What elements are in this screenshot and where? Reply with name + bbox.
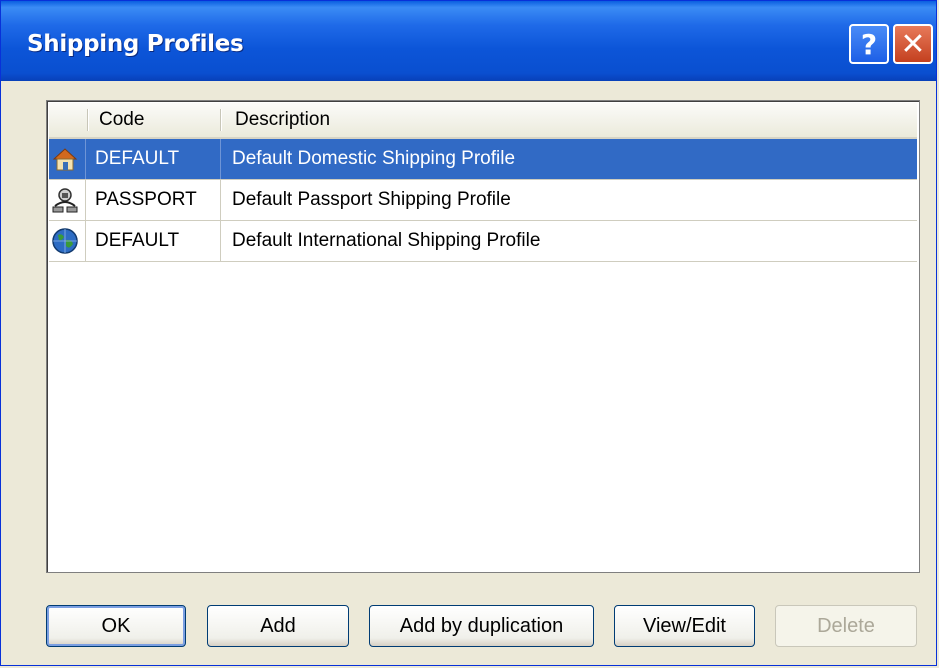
column-header-description[interactable]: Description (235, 103, 330, 137)
header-separator (87, 109, 89, 131)
header-separator (220, 109, 222, 131)
row-code: PASSPORT (95, 189, 197, 210)
table-row[interactable]: DEFAULT Default Domestic Shipping Profil… (49, 139, 917, 180)
delete-button: Delete (775, 605, 917, 647)
row-description: Default Domestic Shipping Profile (232, 148, 516, 169)
add-button[interactable]: Add (207, 605, 349, 647)
list-header: Code Description (49, 103, 917, 139)
house-icon (52, 148, 78, 171)
table-row[interactable]: PASSPORT Default Passport Shipping Profi… (49, 180, 917, 221)
view-edit-button[interactable]: View/Edit (614, 605, 755, 647)
profiles-list[interactable]: Code Description DEFAULT Default Domesti… (46, 100, 920, 573)
passport-icon (52, 188, 78, 213)
title-bar[interactable]: Shipping Profiles ? ✕ (1, 1, 936, 81)
column-header-code[interactable]: Code (99, 103, 144, 137)
globe-icon (52, 228, 78, 254)
row-code: DEFAULT (95, 230, 180, 251)
shipping-profiles-dialog: Shipping Profiles ? ✕ Code Description D… (0, 0, 937, 666)
ok-button[interactable]: OK (46, 605, 186, 647)
window-title: Shipping Profiles (27, 31, 244, 57)
table-row[interactable]: DEFAULT Default International Shipping P… (49, 221, 917, 262)
row-code: DEFAULT (95, 148, 180, 169)
row-description: Default International Shipping Profile (232, 230, 541, 251)
add-by-duplication-button[interactable]: Add by duplication (369, 605, 594, 647)
close-button[interactable]: ✕ (893, 24, 933, 64)
row-description: Default Passport Shipping Profile (232, 189, 511, 210)
help-button[interactable]: ? (849, 24, 889, 64)
